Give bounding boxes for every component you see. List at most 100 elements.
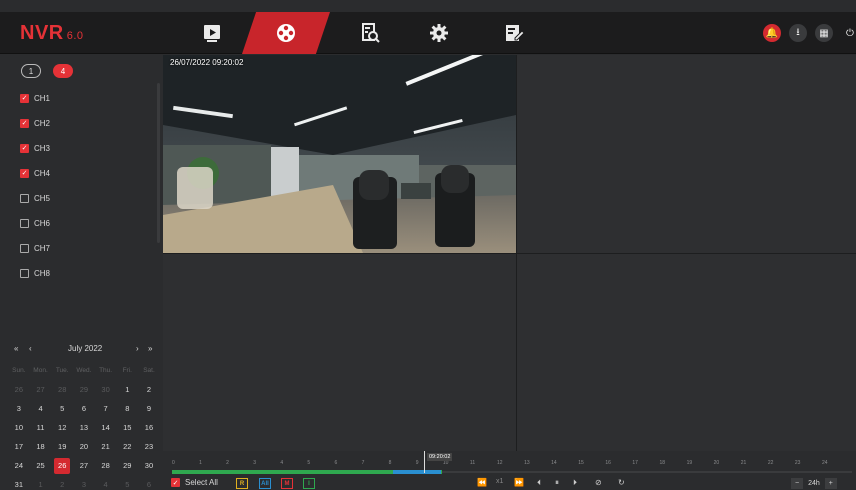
grid-icon[interactable]: ▦ — [815, 24, 833, 42]
channel-item[interactable]: ✓ CH4 — [20, 166, 50, 180]
step-forward-icon[interactable]: ⏵ — [573, 478, 577, 488]
refresh-icon[interactable]: ↻ — [618, 478, 625, 487]
calendar-day[interactable]: 4 — [95, 480, 117, 489]
filter-all-button[interactable]: All — [259, 478, 271, 489]
select-all-checkbox[interactable]: ✓ — [171, 478, 180, 487]
calendar-day[interactable]: 4 — [30, 404, 52, 413]
calendar-day[interactable]: 26 — [8, 385, 30, 394]
checkbox-checked[interactable]: ✓ — [20, 143, 29, 153]
prev-year-button[interactable]: « — [14, 344, 18, 353]
calendar-day[interactable]: 5 — [116, 480, 138, 489]
calendar-day[interactable]: 11 — [30, 423, 52, 432]
calendar-day[interactable]: 20 — [73, 442, 95, 451]
filter-io-button[interactable]: I — [303, 478, 315, 489]
channel-item[interactable]: ✓ CH3 — [20, 141, 50, 155]
channel-item[interactable]: CH8 — [20, 266, 50, 280]
calendar-day[interactable]: 22 — [116, 442, 138, 451]
calendar-day[interactable]: 8 — [116, 404, 138, 413]
pause-icon[interactable]: ⏸ — [555, 478, 559, 488]
alarm-icon[interactable]: 🔔 — [763, 24, 781, 42]
channel-item[interactable]: CH7 — [20, 241, 50, 255]
weekday-label: Thu. — [99, 367, 113, 374]
calendar-day[interactable]: 19 — [51, 442, 73, 451]
tab-search[interactable] — [340, 12, 400, 54]
calendar-day[interactable]: 28 — [51, 385, 73, 394]
checkbox-checked[interactable]: ✓ — [20, 118, 29, 128]
timeline-cursor[interactable] — [424, 451, 425, 473]
calendar-day[interactable]: 29 — [116, 461, 138, 470]
tab-edit[interactable] — [484, 12, 544, 54]
weekday-label: Sun. — [12, 367, 26, 374]
calendar-day-selected[interactable]: 26 — [51, 457, 73, 474]
calendar-day[interactable]: 6 — [138, 480, 160, 489]
film-reel-icon — [277, 24, 295, 42]
filter-motion-button[interactable]: M — [281, 478, 293, 489]
calendar-day[interactable]: 9 — [138, 404, 160, 413]
power-icon[interactable]: ⏻ — [841, 24, 856, 42]
calendar-day[interactable]: 31 — [8, 480, 30, 489]
calendar-day[interactable]: 14 — [95, 423, 117, 432]
clip-icon[interactable]: ⊘ — [595, 478, 602, 487]
channel-item[interactable]: ✓ CH1 — [20, 91, 50, 105]
split-one-button[interactable]: 1 — [21, 64, 41, 78]
checkbox-unchecked[interactable] — [20, 243, 29, 253]
calendar-day[interactable]: 3 — [73, 480, 95, 489]
calendar-day[interactable]: 7 — [95, 404, 117, 413]
calendar-day[interactable]: 16 — [138, 423, 160, 432]
checkbox-unchecked[interactable] — [20, 218, 29, 228]
split-four-button[interactable]: 4 — [53, 64, 73, 78]
channel-item[interactable]: CH5 — [20, 191, 50, 205]
next-month-button[interactable]: › — [136, 344, 139, 353]
calendar-day[interactable]: 27 — [30, 385, 52, 394]
calendar-day[interactable]: 2 — [138, 385, 160, 394]
channel-item[interactable]: ✓ CH2 — [20, 116, 50, 130]
calendar-day[interactable]: 28 — [95, 461, 117, 470]
video-feed-ch1[interactable]: 26/07/2022 09:20:02 — [163, 55, 516, 253]
calendar-day[interactable]: 2 — [51, 480, 73, 489]
calendar-day[interactable]: 30 — [95, 385, 117, 394]
calendar-day[interactable]: 15 — [116, 423, 138, 432]
calendar-day[interactable]: 5 — [51, 404, 73, 413]
calendar-day[interactable]: 1 — [116, 385, 138, 394]
calendar-day[interactable]: 29 — [73, 385, 95, 394]
calendar-day[interactable]: 10 — [8, 423, 30, 432]
checkbox-unchecked[interactable] — [20, 193, 29, 203]
select-all[interactable]: ✓ Select All — [171, 478, 218, 487]
channel-item[interactable]: CH6 — [20, 216, 50, 230]
tab-settings[interactable] — [409, 12, 469, 54]
filter-regular-button[interactable]: R — [236, 478, 248, 489]
download-icon[interactable]: ⭳ — [789, 24, 807, 42]
calendar-day[interactable]: 13 — [73, 423, 95, 432]
calendar-day[interactable]: 21 — [95, 442, 117, 451]
calendar-day[interactable]: 12 — [51, 423, 73, 432]
fast-forward-icon[interactable]: ⏩ — [514, 478, 524, 487]
prev-month-button[interactable]: ‹ — [29, 344, 32, 353]
calendar-day[interactable]: 3 — [8, 404, 30, 413]
calendar-day[interactable]: 24 — [8, 461, 30, 470]
calendar-day[interactable]: 25 — [30, 461, 52, 470]
checkbox-checked[interactable]: ✓ — [20, 168, 29, 178]
tab-playback[interactable] — [242, 12, 330, 54]
timeline[interactable]: 0 1 2 3 4 5 6 7 8 9 10 11 12 13 14 15 16 17 18 19 20 21 22 23 24… — [163, 451, 856, 477]
checkbox-unchecked[interactable] — [20, 268, 29, 278]
checkbox-checked[interactable]: ✓ — [20, 93, 29, 103]
calendar-day[interactable]: 30 — [138, 461, 160, 470]
rewind-icon[interactable]: ⏪ — [477, 478, 487, 487]
timeline-tick: 4 — [280, 460, 284, 466]
timeline-tick: 24 — [822, 460, 828, 466]
calendar-day[interactable]: 23 — [138, 442, 160, 451]
calendar-day[interactable]: 27 — [73, 461, 95, 470]
timeline-tick: 6 — [334, 460, 338, 466]
channel-scrollbar[interactable] — [157, 83, 160, 243]
zoom-in-button[interactable]: + — [824, 478, 837, 489]
app-logo: NVR 6.0 — [20, 22, 84, 45]
calendar-day[interactable]: 18 — [30, 442, 52, 451]
step-back-icon[interactable]: ⏴ — [537, 478, 541, 488]
tab-playback-live[interactable] — [182, 12, 242, 54]
zoom-out-button[interactable]: − — [791, 478, 804, 489]
calendar-day[interactable]: 17 — [8, 442, 30, 451]
calendar-day[interactable]: 6 — [73, 404, 95, 413]
osd-timestamp: 26/07/2022 09:20:02 — [170, 58, 244, 67]
calendar-day[interactable]: 1 — [30, 480, 52, 489]
next-year-button[interactable]: » — [148, 344, 152, 353]
